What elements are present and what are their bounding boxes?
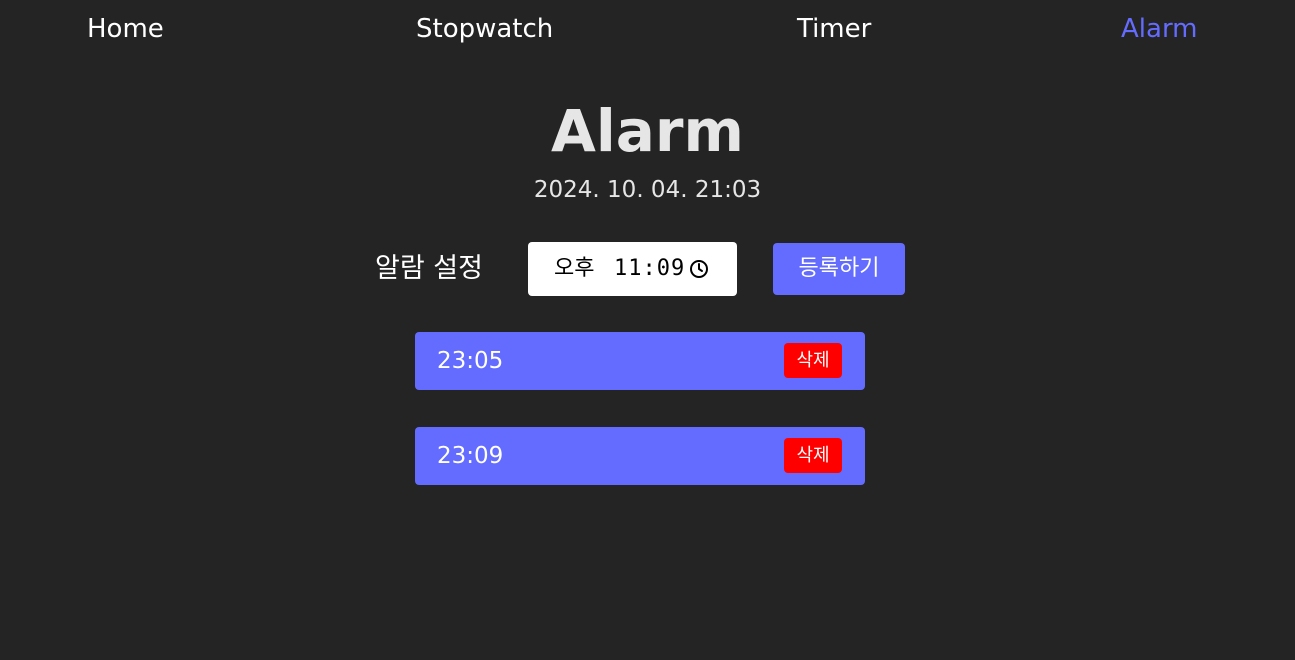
nav-stopwatch-link[interactable]: Stopwatch (416, 13, 553, 45)
nav-timer-link[interactable]: Timer (797, 13, 871, 45)
alarm-time: 23:09 (437, 443, 504, 469)
top-nav: Home Stopwatch Timer Alarm (0, 0, 1295, 60)
delete-alarm-button[interactable]: 삭제 (784, 343, 842, 378)
alarm-setting-label: 알람 설정 (375, 253, 483, 284)
current-datetime: 2024. 10. 04. 21:03 (533, 177, 762, 203)
alarm-list-item: 23:05 삭제 (415, 332, 865, 390)
nav-alarm-link[interactable]: Alarm (1121, 13, 1198, 45)
register-button[interactable]: 등록하기 (773, 243, 905, 295)
alarm-time: 23:05 (437, 348, 504, 374)
alarm-time-input[interactable]: 오후 11:09 (528, 242, 737, 296)
clock-icon[interactable] (688, 258, 710, 280)
time-ampm-segment[interactable]: 오후 (554, 255, 594, 283)
nav-home-link[interactable]: Home (87, 13, 164, 45)
time-value-segment[interactable]: 11:09 (614, 255, 685, 283)
delete-alarm-button[interactable]: 삭제 (784, 438, 842, 473)
page-title: Alarm (551, 97, 744, 165)
alarm-list-item: 23:09 삭제 (415, 427, 865, 485)
